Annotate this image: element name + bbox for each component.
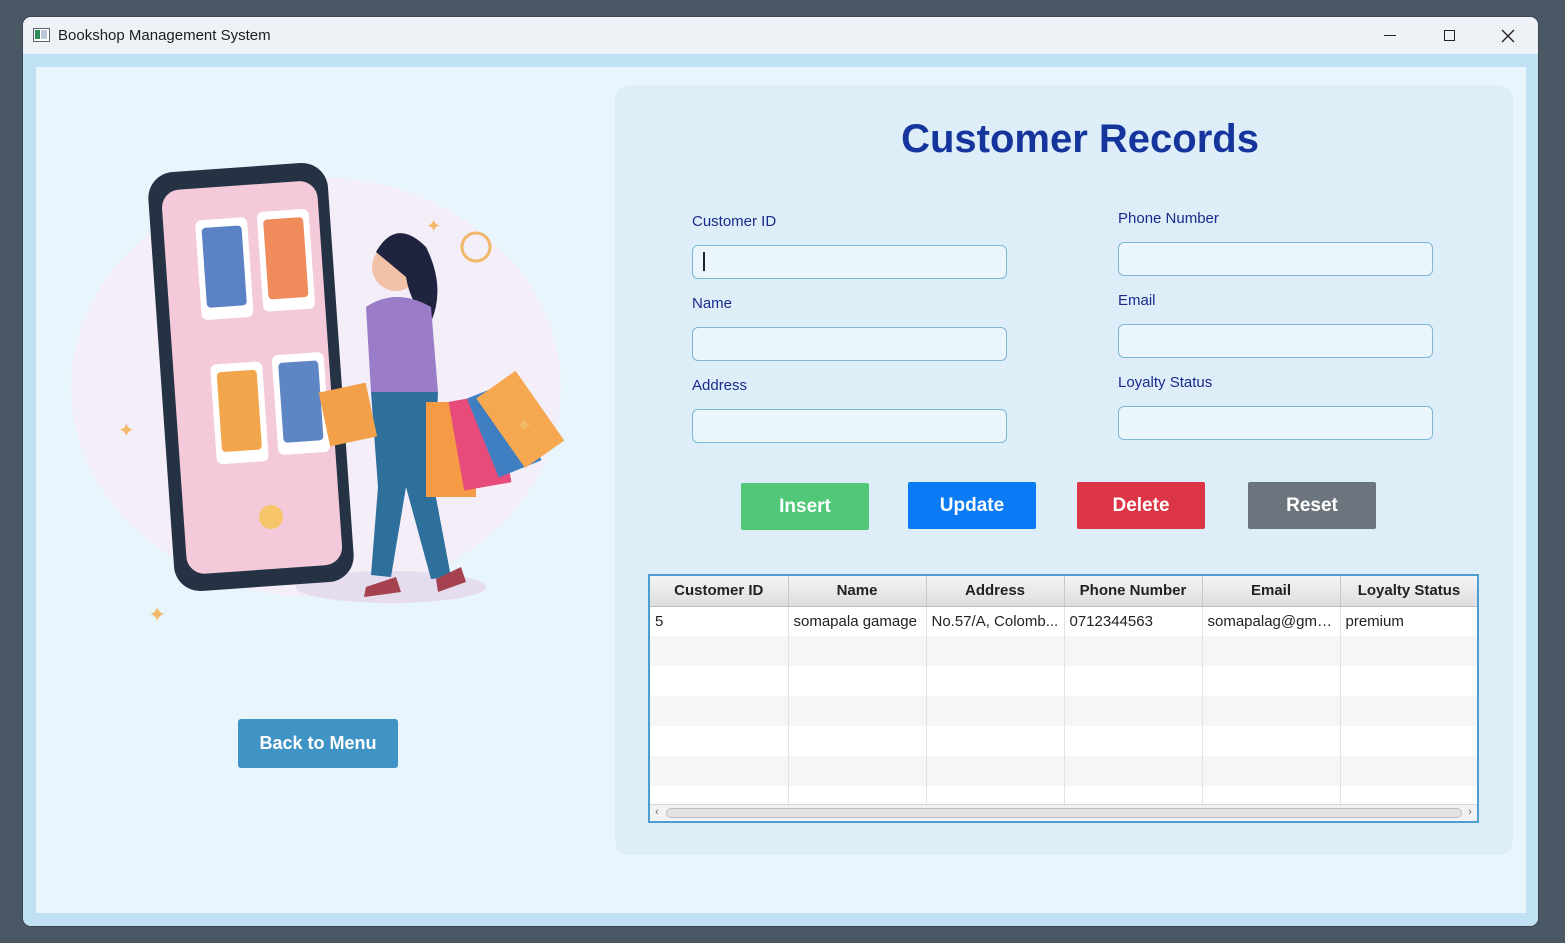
email-input[interactable] (1118, 324, 1433, 358)
customer-form-panel: Customer Records Customer ID Name Addres… (615, 85, 1513, 855)
minimize-icon (1384, 34, 1396, 37)
reset-button[interactable]: Reset (1248, 482, 1376, 529)
insert-button[interactable]: Insert (741, 483, 869, 530)
table-cell: 0712344563 (1064, 606, 1203, 636)
column-header[interactable]: Loyalty Status (1340, 576, 1477, 607)
table-cell: No.57/A, Colomb... (926, 606, 1065, 636)
column-header[interactable]: Address (926, 576, 1065, 607)
svg-text:✦: ✦ (118, 418, 135, 442)
name-input[interactable] (692, 327, 1007, 361)
table-cell: somapala gamage (788, 606, 927, 636)
close-icon (1501, 29, 1515, 42)
name-label: Name (692, 295, 733, 312)
column-header[interactable]: Email (1202, 576, 1341, 607)
title-bar: Bookshop Management System (23, 17, 1538, 54)
horizontal-scrollbar[interactable]: ‹ › (650, 804, 1477, 821)
scroll-left-icon[interactable]: ‹ (650, 806, 664, 818)
customer-table[interactable]: Customer ID Name Address Phone Number Em… (648, 574, 1479, 823)
table-header-row: Customer ID Name Address Phone Number Em… (650, 576, 1477, 607)
address-label: Address (692, 377, 748, 394)
window-frame: ✦ ✦ ✦ ✦ Back to Menu Customer Records Cu… (23, 54, 1538, 926)
empty-table-row (650, 696, 1477, 726)
close-button[interactable] (1479, 17, 1537, 54)
back-to-menu-button[interactable]: Back to Menu (238, 719, 398, 768)
update-button[interactable]: Update (908, 482, 1036, 529)
svg-text:✦: ✦ (516, 413, 533, 437)
window-title: Bookshop Management System (58, 27, 271, 44)
svg-text:✦: ✦ (148, 603, 166, 627)
table-cell: somapalag@gma... (1202, 606, 1341, 636)
loyalty-input[interactable] (1118, 406, 1433, 440)
maximize-icon (1443, 30, 1455, 41)
table-cell: premium (1340, 606, 1477, 636)
page-title: Customer Records (901, 117, 1259, 161)
customer-table-grid: Customer ID Name Address Phone Number Em… (650, 576, 1477, 816)
phone-input[interactable] (1118, 242, 1433, 276)
empty-table-row (650, 636, 1477, 666)
scroll-right-icon[interactable]: › (1463, 806, 1477, 818)
scrollbar-thumb[interactable] (666, 808, 1462, 818)
column-header[interactable]: Phone Number (1064, 576, 1203, 607)
empty-table-row (650, 756, 1477, 786)
empty-table-row (650, 726, 1477, 756)
text-caret (703, 252, 705, 271)
phone-label: Phone Number (1118, 210, 1219, 227)
delete-button[interactable]: Delete (1077, 482, 1205, 529)
column-header[interactable]: Name (788, 576, 927, 607)
customer-id-label: Customer ID (692, 213, 777, 230)
table-cell: 5 (650, 606, 789, 636)
table-row[interactable]: 5 somapala gamage No.57/A, Colomb... 071… (650, 606, 1477, 636)
loyalty-label: Loyalty Status (1118, 374, 1213, 391)
address-input[interactable] (692, 409, 1007, 443)
svg-text:✦: ✦ (426, 216, 441, 237)
customer-id-input[interactable] (692, 245, 1007, 279)
column-header[interactable]: Customer ID (650, 576, 789, 607)
shopping-illustration: ✦ ✦ ✦ ✦ (71, 162, 565, 627)
empty-table-row (650, 666, 1477, 696)
app-icon (33, 28, 50, 42)
email-label: Email (1118, 292, 1156, 309)
app-window: Bookshop Management System ✦ ✦ ✦ ✦ Back … (23, 17, 1538, 926)
maximize-button[interactable] (1420, 17, 1478, 54)
minimize-button[interactable] (1361, 17, 1419, 54)
main-content: ✦ ✦ ✦ ✦ Back to Menu Customer Records Cu… (36, 67, 1526, 913)
